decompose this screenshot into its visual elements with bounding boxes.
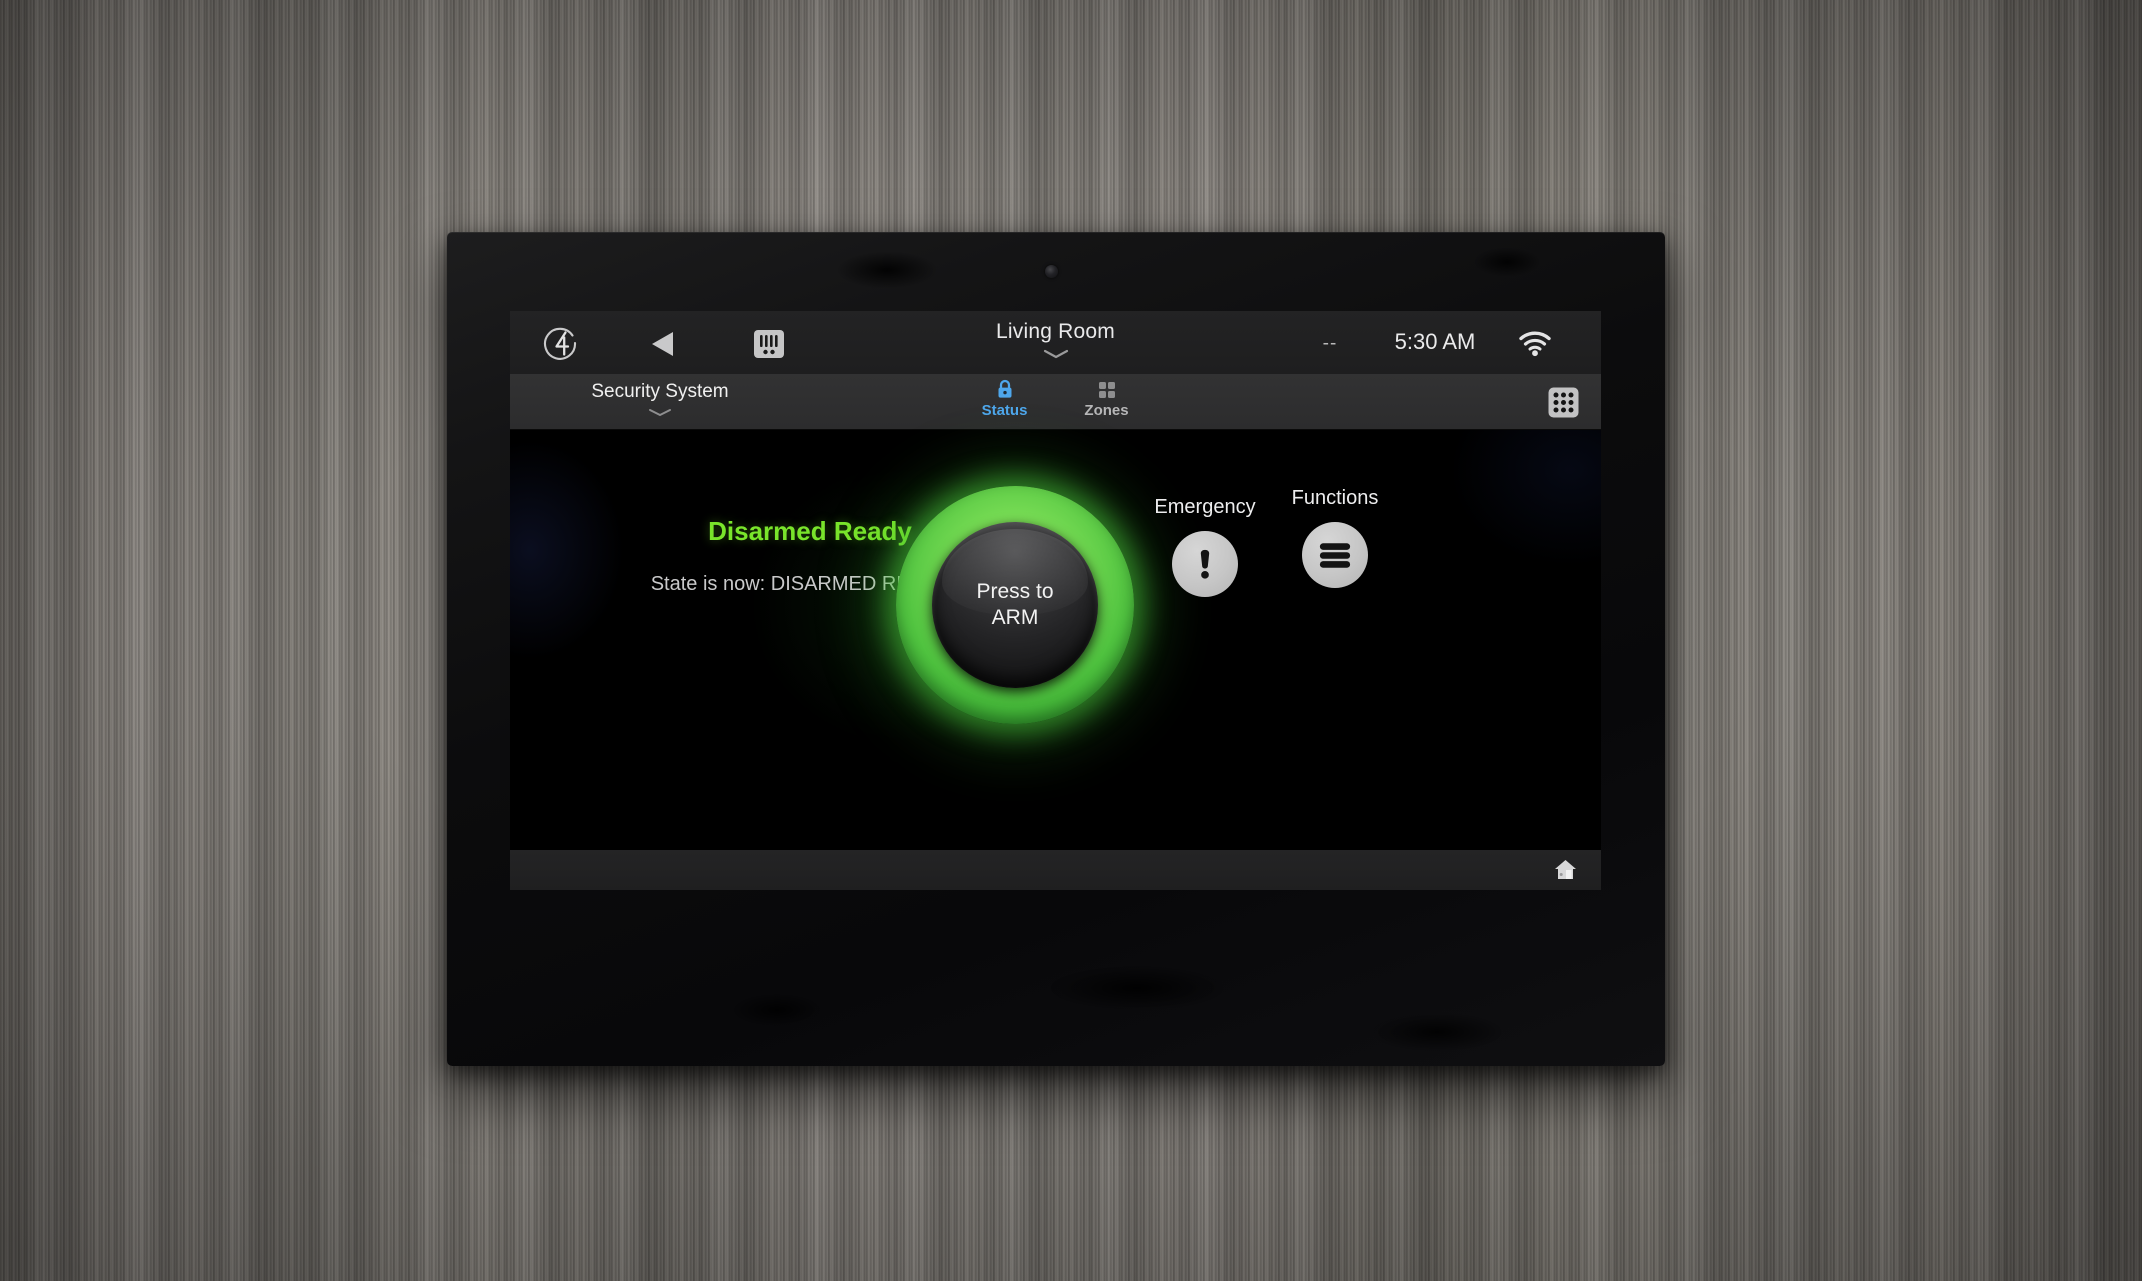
arm-button-line2: ARM [991, 606, 1039, 629]
system-name-label: Security System [591, 381, 729, 402]
functions-action[interactable]: Functions [1260, 487, 1410, 588]
temperature-readout: -- [1322, 333, 1338, 354]
functions-label: Functions [1291, 487, 1379, 509]
intercom-icon[interactable] [753, 329, 785, 359]
arm-button-label: Press to ARM [976, 579, 1053, 632]
system-selector[interactable]: Security System [510, 381, 810, 422]
emergency-label: Emergency [1154, 496, 1256, 518]
tab-zones[interactable]: Zones [1071, 379, 1143, 419]
top-status-bar: Living Room -- 5:30 AM [510, 311, 1601, 374]
section-tabs: Status Zones [969, 379, 1143, 419]
grid-2x2-icon [1098, 379, 1116, 399]
clock-label: 5:30 AM [1394, 329, 1476, 354]
arm-button-group: Press to ARM [870, 460, 1160, 750]
arm-button-line1: Press to [976, 579, 1054, 603]
emergency-action[interactable]: Emergency [1130, 496, 1280, 597]
lock-icon [996, 379, 1014, 399]
press-to-arm-button[interactable]: Press to ARM [932, 522, 1098, 688]
hamburger-menu-icon[interactable] [1302, 522, 1368, 588]
security-status-panel: Disarmed Ready State is now: DISARMED RE… [510, 430, 1601, 850]
camera-lens [1045, 265, 1058, 278]
tab-status-label: Status [981, 402, 1028, 419]
system-nav-bar: Security System Status Zones [510, 374, 1601, 430]
back-arrow-icon[interactable] [650, 331, 675, 357]
tab-zones-label: Zones [1084, 402, 1129, 419]
chevron-down-icon [510, 404, 810, 422]
home-icon[interactable] [1554, 859, 1577, 880]
touch-panel-device: Living Room -- 5:30 AM Security System S… [447, 232, 1665, 1066]
chevron-down-icon [1043, 346, 1069, 364]
wifi-icon[interactable] [1518, 329, 1552, 357]
control4-logo-icon[interactable] [542, 325, 578, 361]
keypad-3x3-icon[interactable] [1548, 387, 1579, 418]
exclamation-icon[interactable] [1172, 531, 1238, 597]
bottom-bar [510, 850, 1601, 890]
touch-panel-screen: Living Room -- 5:30 AM Security System S… [510, 311, 1601, 890]
tab-status[interactable]: Status [969, 379, 1041, 419]
